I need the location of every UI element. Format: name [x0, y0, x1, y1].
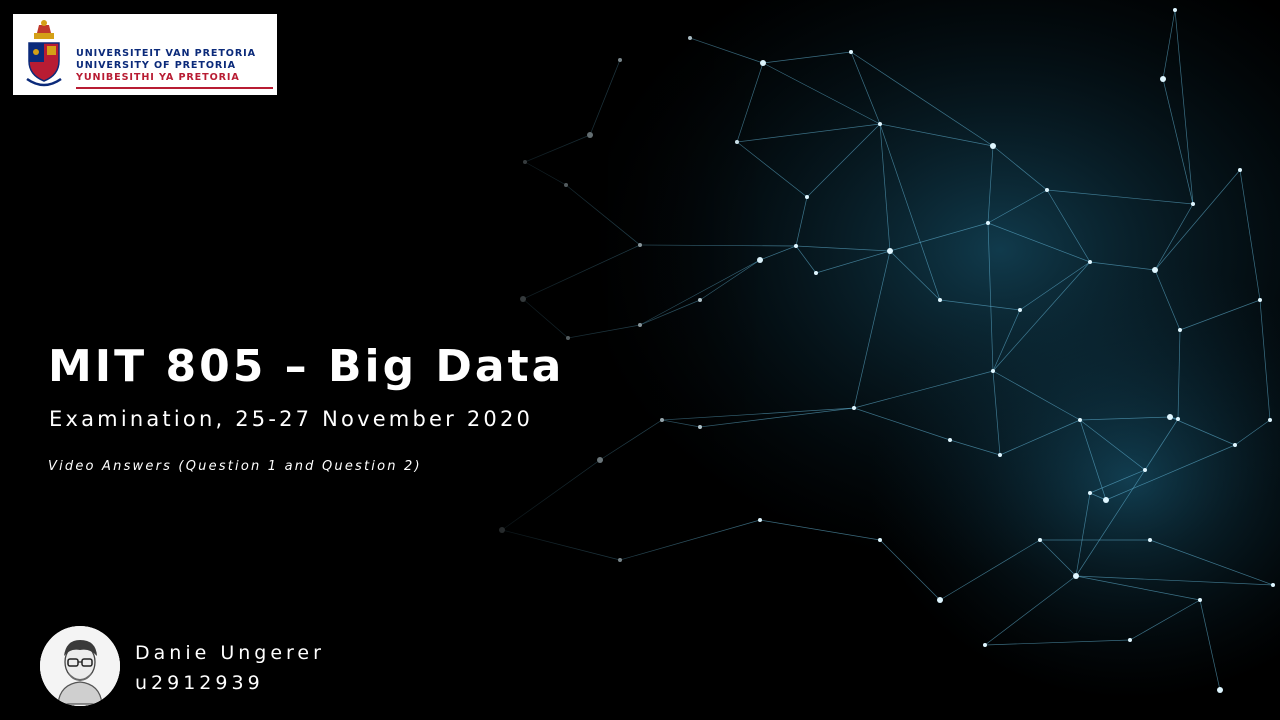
author-avatar [40, 626, 120, 706]
slide-title: MIT 805 – Big Data [48, 341, 565, 392]
author-block: Danie Ungerer u2912939 [135, 638, 325, 698]
slide-subtitle: Examination, 25-27 November 2020 [49, 407, 534, 431]
author-student-number: u2912939 [135, 672, 264, 694]
logo-line-afrikaans: UNIVERSITEIT VAN PRETORIA [76, 48, 256, 59]
logo-line-sepedi: YUNIBESITHI YA PRETORIA [76, 72, 240, 83]
university-crest-icon [26, 20, 62, 87]
logo-line-english: UNIVERSITY OF PRETORIA [76, 60, 236, 71]
person-portrait-icon [40, 626, 120, 706]
slide-note: Video Answers (Question 1 and Question 2… [48, 459, 422, 474]
author-name: Danie Ungerer [135, 642, 325, 664]
logo-underline [76, 87, 273, 89]
university-logo: UNIVERSITEIT VAN PRETORIA UNIVERSITY OF … [13, 14, 277, 95]
